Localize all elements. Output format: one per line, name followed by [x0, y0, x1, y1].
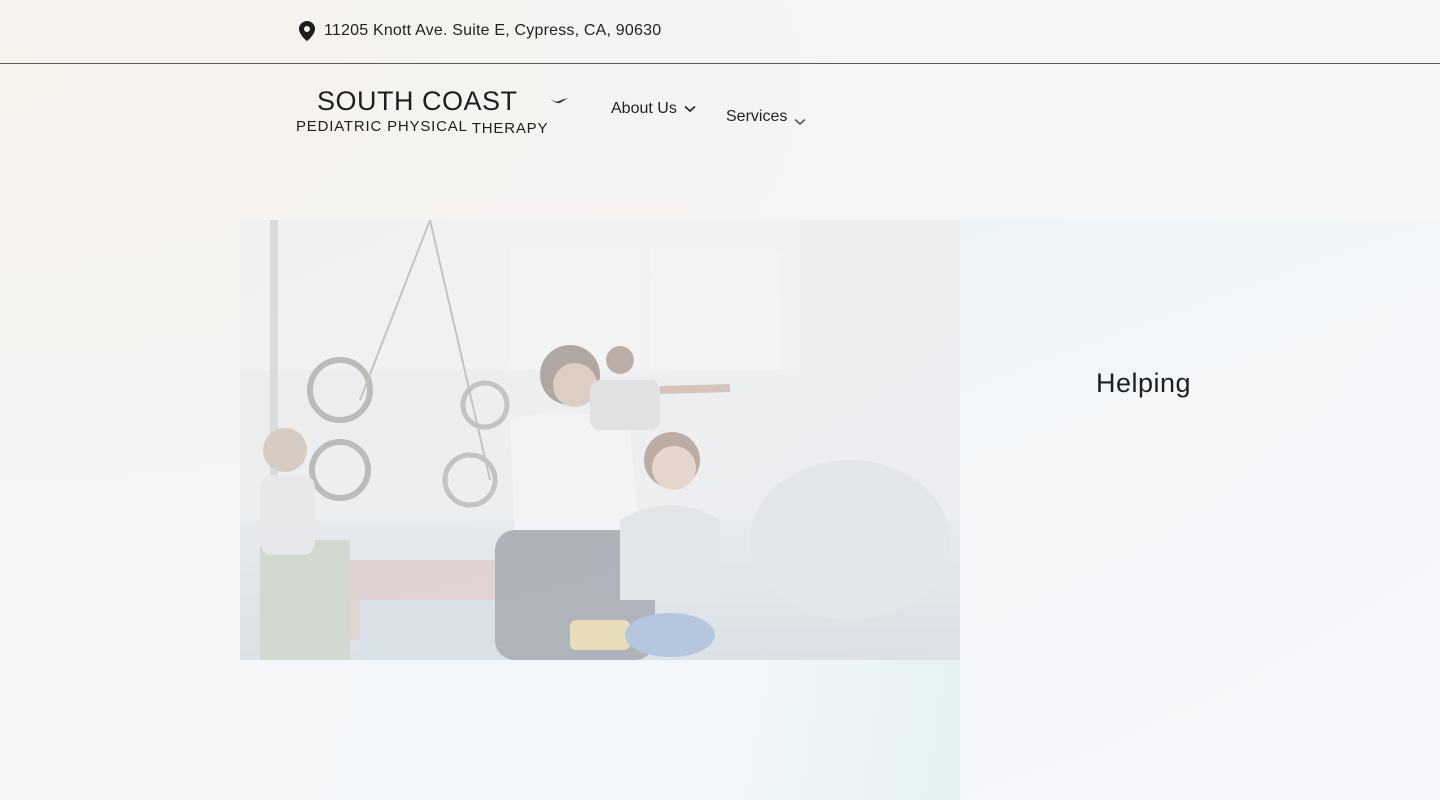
- address-text: 11205 Knott Ave. Suite E, Cypress, CA, 9…: [324, 22, 662, 39]
- nav-services[interactable]: Services: [726, 108, 806, 126]
- location-pin-icon: [299, 21, 315, 41]
- nav-about-us[interactable]: About Us: [611, 100, 696, 118]
- top-info-bar: 11205 Knott Ave. Suite E, Cypress, CA, 9…: [0, 0, 1440, 64]
- logo-subtitle-word: PHYSICAL: [387, 118, 468, 135]
- hero-text-panel: [960, 220, 1440, 800]
- address[interactable]: 11205 Knott Ave. Suite E, Cypress, CA, 9…: [299, 21, 661, 41]
- bird-icon: [549, 94, 571, 112]
- chevron-down-icon: [794, 113, 806, 131]
- hero-bottom-panel: [240, 660, 960, 800]
- logo-title: SOUTH COAST: [317, 86, 518, 116]
- hero-photo: [240, 220, 960, 660]
- nav-services-label: Services: [726, 108, 788, 125]
- site-logo[interactable]: SOUTH COAST PEDIATRIC PHYSICAL THERAPY: [296, 86, 576, 138]
- main-nav: About Us Services: [611, 100, 806, 125]
- logo-subtitle-word: THERAPY: [471, 120, 549, 137]
- logo-subtitle-word: PEDIATRIC: [296, 118, 383, 135]
- logo-subtitle: PEDIATRIC PHYSICAL THERAPY: [296, 118, 549, 137]
- hero-heading: Helping: [1096, 368, 1192, 398]
- chevron-down-icon: [684, 100, 696, 118]
- nav-about-us-label: About Us: [611, 100, 677, 117]
